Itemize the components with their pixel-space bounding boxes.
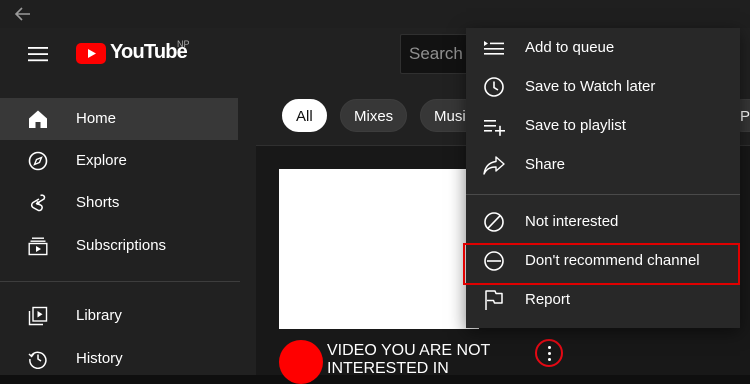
- kebab-dot-icon: [548, 352, 551, 355]
- highlight-outline: [463, 243, 740, 285]
- sidebar-item-history[interactable]: History: [0, 338, 238, 380]
- more-actions-button[interactable]: [535, 339, 563, 367]
- sidebar-item-explore[interactable]: Explore: [0, 140, 238, 182]
- compass-icon: [28, 151, 48, 171]
- sidebar-item-label: Shorts: [76, 194, 120, 211]
- not-interested-icon: [484, 212, 504, 232]
- add-to-queue-icon: [484, 41, 504, 55]
- menu-item-report[interactable]: Report: [466, 281, 740, 319]
- subscriptions-icon: [28, 237, 48, 256]
- browser-toolbar: [0, 0, 750, 28]
- history-icon: [28, 351, 47, 369]
- sidebar-item-label: Home: [76, 110, 117, 127]
- video-title[interactable]: VIDEO YOU ARE NOT INTERESTED IN: [327, 342, 517, 378]
- menu-item-label: Save to playlist: [525, 117, 626, 134]
- menu-item-label: Not interested: [525, 213, 619, 230]
- kebab-dot-icon: [548, 358, 551, 361]
- sidebar-item-label: History: [76, 350, 123, 367]
- playlist-add-icon: [484, 120, 505, 136]
- menu-item-label: Save to Watch later: [525, 78, 656, 95]
- back-arrow-icon[interactable]: [14, 5, 32, 23]
- youtube-logo-icon[interactable]: [76, 43, 106, 64]
- sidebar-item-label: Library: [76, 307, 122, 324]
- chip-mixes[interactable]: Mixes: [340, 99, 408, 132]
- sidebar-item-label: Explore: [76, 152, 127, 169]
- sidebar-item-shorts[interactable]: Shorts: [0, 182, 238, 224]
- chip-all[interactable]: All: [282, 99, 327, 132]
- sidebar-item-label: Subscriptions: [76, 237, 167, 254]
- channel-avatar[interactable]: [279, 340, 323, 384]
- sidebar-item-library[interactable]: Library: [0, 295, 238, 337]
- menu-divider: [466, 194, 740, 195]
- menu-item-label: Report: [525, 291, 571, 308]
- clock-icon: [484, 77, 504, 97]
- library-icon: [28, 306, 48, 326]
- menu-item-label: Share: [525, 156, 566, 173]
- sidebar-item-subscriptions[interactable]: Subscriptions: [0, 225, 238, 267]
- menu-item-not-interested[interactable]: Not interested: [466, 203, 740, 241]
- kebab-dot-icon: [548, 346, 551, 349]
- country-code: NP: [177, 39, 190, 49]
- brand-name[interactable]: YouTube: [110, 41, 188, 64]
- home-icon: [29, 110, 47, 128]
- sidebar-item-home[interactable]: Home: [0, 98, 238, 140]
- menu-item-save-to-playlist[interactable]: Save to playlist: [466, 107, 740, 145]
- menu-item-share[interactable]: Share: [466, 146, 740, 184]
- video-thumbnail[interactable]: [279, 169, 479, 329]
- hamburger-menu-icon[interactable]: [28, 46, 48, 62]
- shorts-icon: [30, 194, 46, 212]
- menu-item-watch-later[interactable]: Save to Watch later: [466, 68, 740, 106]
- sidebar-divider: [0, 281, 240, 282]
- flag-icon: [485, 290, 503, 310]
- sidebar: Home Explore Shorts Subscriptions Librar: [0, 86, 256, 375]
- menu-item-add-to-queue[interactable]: Add to queue: [466, 29, 740, 67]
- menu-item-label: Add to queue: [525, 39, 615, 56]
- share-icon: [483, 156, 505, 175]
